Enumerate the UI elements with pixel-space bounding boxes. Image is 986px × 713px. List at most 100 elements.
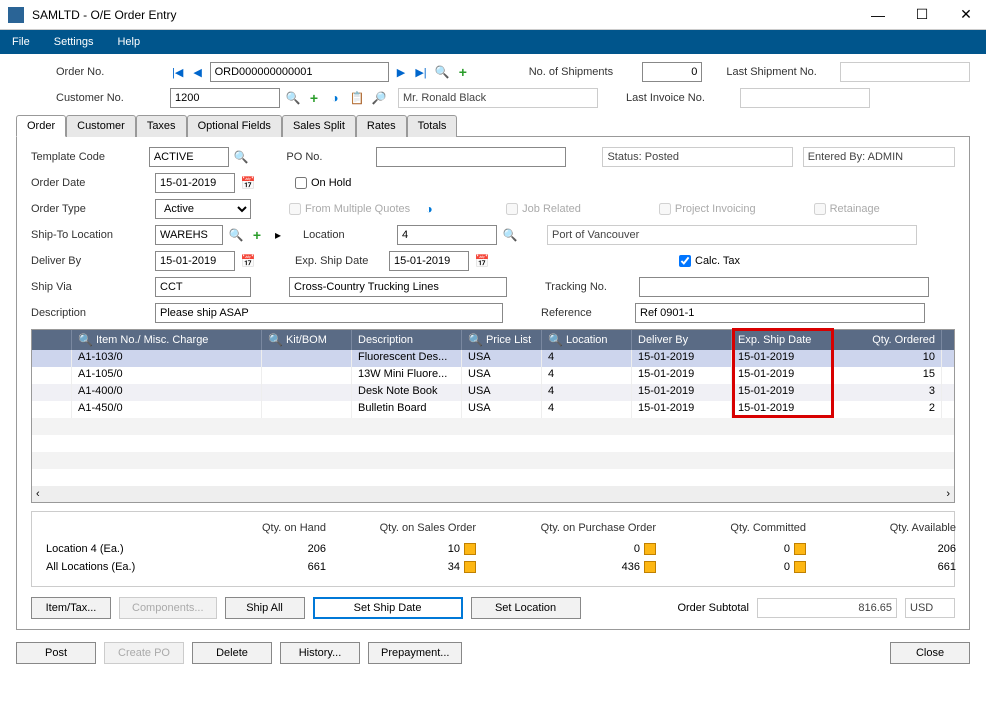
loc4-available: 206 — [938, 543, 956, 555]
order-tab-panel: Template Code 🔍 PO No. Order Date 📅 On H… — [16, 137, 970, 630]
close-window-button[interactable]: ✕ — [954, 3, 978, 27]
tracking-no-input[interactable] — [639, 277, 929, 297]
drill-icon[interactable] — [464, 543, 476, 555]
ship-via-input[interactable] — [155, 277, 251, 297]
horizontal-scrollbar[interactable]: ‹› — [32, 486, 954, 502]
order-type-select[interactable]: Active — [155, 199, 251, 219]
quotes-drill-icon[interactable]: ◑ — [420, 200, 438, 218]
post-button[interactable]: Post — [16, 642, 96, 664]
location-search-icon[interactable]: 🔍 — [501, 226, 519, 244]
exp-ship-input[interactable] — [389, 251, 469, 271]
grid-body[interactable]: A1-103/0Fluorescent Des...USA415-01-2019… — [32, 350, 954, 486]
history-button[interactable]: History... — [280, 642, 360, 664]
drill-icon[interactable] — [794, 561, 806, 573]
num-shipments-input[interactable] — [642, 62, 702, 82]
drill-icon[interactable] — [644, 561, 656, 573]
tab-rates[interactable]: Rates — [356, 115, 407, 137]
last-shipment-field — [840, 62, 970, 82]
ship-to-input[interactable] — [155, 225, 223, 245]
grid-header: 🔍Item No./ Misc. Charge 🔍Kit/BOM Descrip… — [32, 330, 954, 350]
menu-file[interactable]: File — [12, 36, 30, 48]
col-qty-ordered[interactable]: Qty. Ordered — [832, 330, 942, 350]
prev-record-icon[interactable]: ◀ — [190, 64, 206, 80]
first-record-icon[interactable]: |◀ — [170, 64, 186, 80]
customer-new-icon[interactable]: + — [306, 90, 322, 106]
tab-strip: Order Customer Taxes Optional Fields Sal… — [16, 114, 970, 137]
template-code-input[interactable] — [149, 147, 229, 167]
next-record-icon[interactable]: ▶ — [393, 64, 409, 80]
customer-drill-icon[interactable]: ◑ — [326, 89, 344, 107]
order-subtotal-field — [757, 598, 897, 618]
location-desc-field — [547, 225, 917, 245]
description-input[interactable] — [155, 303, 503, 323]
order-no-input[interactable] — [210, 62, 389, 82]
deliver-calendar-icon[interactable]: 📅 — [239, 252, 257, 270]
prepayment-button[interactable]: Prepayment... — [368, 642, 462, 664]
order-no-label: Order No. — [56, 66, 166, 78]
customer-no-input[interactable] — [170, 88, 280, 108]
item-tax-button[interactable]: Item/Tax... — [31, 597, 111, 619]
deliver-by-input[interactable] — [155, 251, 235, 271]
template-code-label: Template Code — [31, 151, 145, 163]
calendar-icon[interactable]: 📅 — [239, 174, 257, 192]
on-hold-checkbox[interactable]: On Hold — [295, 177, 351, 189]
tab-customer[interactable]: Customer — [66, 115, 136, 137]
col-deliver-by[interactable]: Deliver By — [632, 330, 732, 350]
col-price-list[interactable]: 🔍Price List — [462, 330, 542, 350]
search-icon[interactable]: 🔍 — [433, 63, 451, 81]
shipto-zoom-icon[interactable]: ▸ — [269, 226, 287, 244]
tab-order[interactable]: Order — [16, 115, 66, 137]
customer-search-icon[interactable]: 🔍 — [284, 89, 302, 107]
close-button[interactable]: Close — [890, 642, 970, 664]
components-button: Components... — [119, 597, 217, 619]
po-no-label: PO No. — [286, 151, 371, 163]
location-label: Location — [303, 229, 393, 241]
all-on-so: 34 — [448, 561, 460, 573]
table-row[interactable]: A1-105/013W Mini Fluore...USA415-01-2019… — [32, 367, 954, 384]
new-record-icon[interactable]: + — [455, 64, 471, 80]
table-row[interactable]: A1-450/0Bulletin BoardUSA415-01-201915-0… — [32, 401, 954, 418]
order-date-input[interactable] — [155, 173, 235, 193]
table-row[interactable]: A1-400/0Desk Note BookUSA415-01-201915-0… — [32, 384, 954, 401]
drill-icon[interactable] — [464, 561, 476, 573]
set-location-button[interactable]: Set Location — [471, 597, 581, 619]
po-no-input[interactable] — [376, 147, 566, 167]
col-item-no[interactable]: 🔍Item No./ Misc. Charge — [72, 330, 262, 350]
credit-icon[interactable]: 🔎 — [370, 89, 388, 107]
col-kit-bom[interactable]: 🔍Kit/BOM — [262, 330, 352, 350]
tab-totals[interactable]: Totals — [407, 115, 458, 137]
col-description[interactable]: Description — [352, 330, 462, 350]
minimize-button[interactable]: — — [866, 3, 890, 27]
line-items-grid[interactable]: 🔍Item No./ Misc. Charge 🔍Kit/BOM Descrip… — [31, 329, 955, 503]
drill-icon[interactable] — [794, 543, 806, 555]
customer-no-label: Customer No. — [56, 92, 166, 104]
ship-all-button[interactable]: Ship All — [225, 597, 305, 619]
calc-tax-checkbox[interactable]: Calc. Tax — [679, 255, 740, 267]
table-row[interactable]: A1-103/0Fluorescent Des...USA415-01-2019… — [32, 350, 954, 367]
loc4-on-hand: 206 — [308, 543, 326, 555]
shipto-new-icon[interactable]: + — [249, 227, 265, 243]
menu-settings[interactable]: Settings — [54, 36, 94, 48]
table-row-empty — [32, 435, 954, 452]
address-icon[interactable]: 📋 — [348, 89, 366, 107]
maximize-button[interactable]: ☐ — [910, 3, 934, 27]
template-search-icon[interactable]: 🔍 — [233, 148, 250, 166]
menu-help[interactable]: Help — [117, 36, 140, 48]
delete-button[interactable]: Delete — [192, 642, 272, 664]
search-icon: 🔍 — [468, 333, 483, 347]
col-location[interactable]: 🔍Location — [542, 330, 632, 350]
set-ship-date-button[interactable]: Set Ship Date — [313, 597, 463, 619]
ship-via-desc-input[interactable] — [289, 277, 507, 297]
drill-icon[interactable] — [644, 543, 656, 555]
tab-optional-fields[interactable]: Optional Fields — [187, 115, 282, 137]
all-committed: 0 — [784, 561, 790, 573]
shipto-search-icon[interactable]: 🔍 — [227, 226, 245, 244]
reference-input[interactable] — [635, 303, 925, 323]
exp-ship-calendar-icon[interactable]: 📅 — [473, 252, 491, 270]
last-record-icon[interactable]: ▶| — [413, 64, 429, 80]
location-input[interactable] — [397, 225, 497, 245]
tab-sales-split[interactable]: Sales Split — [282, 115, 356, 137]
col-exp-ship-date[interactable]: Exp. Ship Date — [732, 330, 832, 350]
tab-taxes[interactable]: Taxes — [136, 115, 187, 137]
reference-label: Reference — [541, 307, 631, 319]
